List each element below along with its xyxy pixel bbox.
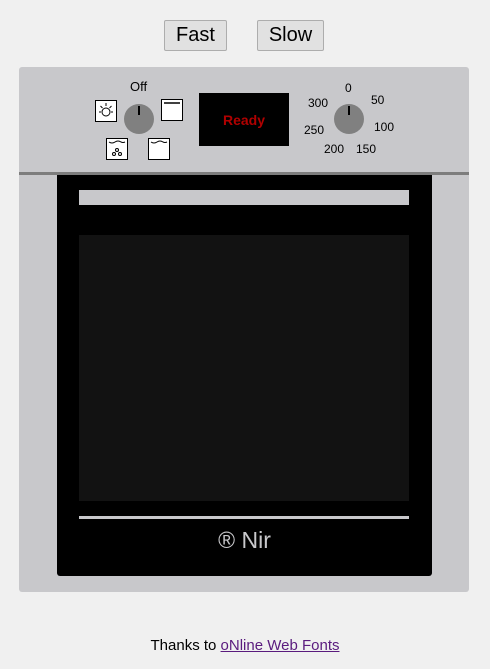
status-display: Ready xyxy=(199,93,289,146)
online-web-fonts-link[interactable]: oNline Web Fonts xyxy=(221,637,340,654)
mode-knob[interactable] xyxy=(124,104,154,134)
light-icon xyxy=(95,100,117,122)
oven-door[interactable]: ® Nir xyxy=(57,175,432,576)
bottom-heat-icon xyxy=(148,138,170,160)
fast-button[interactable]: Fast xyxy=(164,20,227,51)
oven-window xyxy=(79,235,409,501)
brand-label: ® Nir xyxy=(218,527,271,553)
temp-mark-150: 150 xyxy=(356,142,377,156)
mode-off-label: Off xyxy=(130,79,148,94)
footer-credit: Thanks to oNline Web Fonts xyxy=(0,637,490,654)
control-panel: Off Ready 0 50 100 150 200 250 300 xyxy=(19,67,469,175)
temp-mark-100: 100 xyxy=(374,120,395,134)
slow-button[interactable]: Slow xyxy=(257,20,324,51)
door-divider xyxy=(79,516,409,519)
door-handle[interactable] xyxy=(79,190,409,205)
status-text: Ready xyxy=(222,111,266,128)
temp-mark-250: 250 xyxy=(304,123,325,137)
temp-mark-0: 0 xyxy=(345,81,352,95)
fan-icon xyxy=(106,138,128,160)
top-heat-icon xyxy=(161,99,183,121)
temp-mark-200: 200 xyxy=(324,142,345,156)
temperature-knob[interactable] xyxy=(334,104,364,134)
temp-mark-50: 50 xyxy=(371,93,385,107)
oven: Off Ready 0 50 100 150 200 250 300 ® Nir xyxy=(19,67,469,592)
footer-prefix: Thanks to xyxy=(150,637,221,654)
temp-mark-300: 300 xyxy=(308,96,329,110)
